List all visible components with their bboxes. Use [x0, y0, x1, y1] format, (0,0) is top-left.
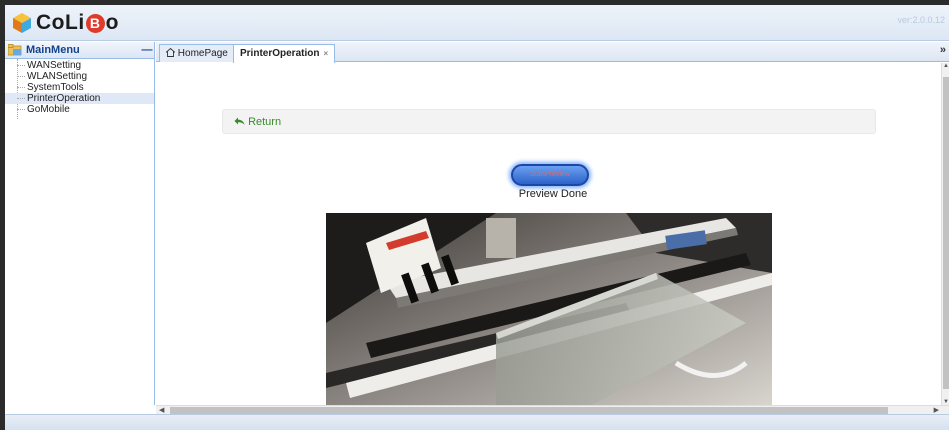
- menu-tree: WANSetting WLANSetting SystemTools Print…: [5, 59, 154, 119]
- scroll-up-arrow-icon[interactable]: ▲: [942, 63, 949, 69]
- logo-wordmark: CoLi Bo: [36, 11, 119, 34]
- version-label: ver:2.0.0.12: [897, 15, 945, 25]
- sidebar-item-wlansetting[interactable]: WLANSetting: [5, 71, 154, 82]
- camera-preview-image: [326, 213, 772, 405]
- sidebar-item-wansetting[interactable]: WANSetting: [5, 60, 154, 71]
- status-bar: [5, 414, 949, 430]
- return-arrow-icon: [234, 117, 245, 125]
- vertical-scrollbar[interactable]: ▲ ▼: [941, 63, 949, 405]
- collapse-menu-button[interactable]: —: [140, 44, 154, 56]
- sidebar-item-systemtools[interactable]: SystemTools: [5, 82, 154, 93]
- scroll-left-arrow-icon[interactable]: ◀: [159, 406, 164, 414]
- tab-printeroperation-label: PrinterOperation: [240, 48, 320, 59]
- return-label: Return: [248, 116, 282, 128]
- app-header: CoLi Bo ver:2.0.0.12: [5, 5, 949, 41]
- logo-cube-icon: [13, 13, 31, 33]
- app-logo: CoLi Bo: [11, 10, 119, 36]
- tab-homepage-label: HomePage: [177, 48, 228, 59]
- return-link[interactable]: Return: [234, 116, 281, 128]
- main-menu-title: MainMenu: [26, 44, 80, 56]
- folder-icon: [8, 44, 22, 56]
- tab-bar: HomePage PrinterOperation × »: [156, 42, 949, 63]
- tab-printeroperation[interactable]: PrinterOperation ×: [233, 44, 336, 63]
- main-menu-panel: MainMenu — WANSetting WLANSetting System…: [5, 42, 155, 405]
- sidebar-item-printeroperation[interactable]: PrinterOperation: [5, 93, 154, 104]
- vertical-scroll-thumb[interactable]: [943, 77, 949, 389]
- tab-homepage[interactable]: HomePage: [159, 44, 235, 62]
- app-window: CoLi Bo ver:2.0.0.12 MainMenu — WANSettin…: [5, 5, 949, 430]
- preview-status-text: Preview Done: [518, 188, 588, 200]
- return-bar: Return: [222, 109, 876, 134]
- main-menu-header: MainMenu —: [5, 42, 154, 59]
- tab-scroll-button[interactable]: »: [940, 44, 946, 56]
- start-preview-button[interactable]: StartPreview: [511, 164, 589, 186]
- printer-camera-illustration: [326, 213, 772, 405]
- scroll-right-arrow-icon[interactable]: ▶: [934, 406, 939, 414]
- horizontal-scroll-thumb[interactable]: [170, 407, 888, 414]
- tab-close-icon[interactable]: ×: [323, 49, 328, 58]
- horizontal-scrollbar[interactable]: ◀ ▶: [156, 405, 949, 414]
- printer-operation-panel: Return StartPreview Preview Done: [156, 63, 949, 405]
- sidebar-item-gomobile[interactable]: GoMobile: [5, 104, 154, 115]
- home-icon: [165, 47, 176, 57]
